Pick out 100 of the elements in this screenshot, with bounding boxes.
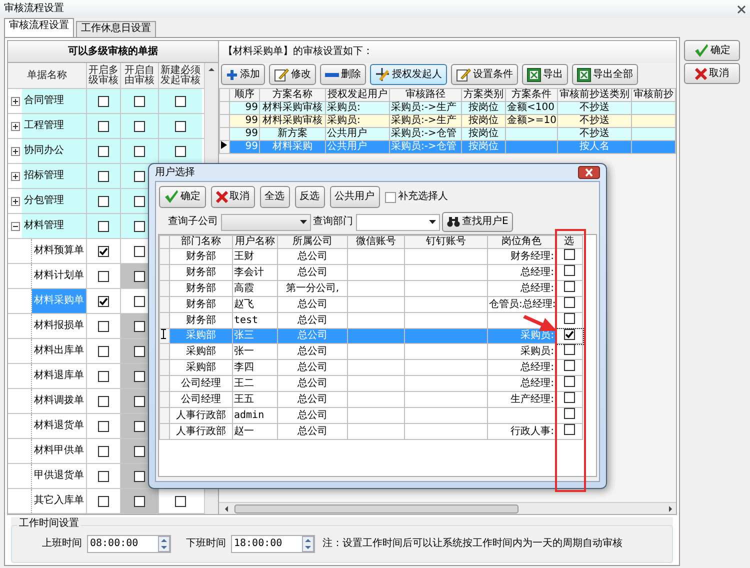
checkbox[interactable] xyxy=(98,96,109,106)
checkbox[interactable] xyxy=(98,470,109,482)
checkbox[interactable] xyxy=(134,96,145,106)
toolbar-button[interactable]: 添加 xyxy=(221,64,265,85)
checkbox[interactable] xyxy=(98,370,109,382)
checkbox[interactable] xyxy=(98,196,109,206)
table-cell: 材料采购审核 xyxy=(262,115,322,126)
expander-icon[interactable] xyxy=(10,172,20,180)
time-field[interactable]: 08:00:00 xyxy=(87,535,171,553)
toolbar-button[interactable]: 修改 xyxy=(269,64,316,85)
checkbox[interactable] xyxy=(98,120,109,132)
search-button[interactable]: 查找用户E xyxy=(442,212,514,232)
checkbox[interactable] xyxy=(564,329,574,340)
dialog-button[interactable]: 反选 xyxy=(294,186,324,208)
table-cell: admin xyxy=(234,410,264,420)
checkbox[interactable] xyxy=(134,470,145,482)
checkbox[interactable] xyxy=(134,170,145,182)
tree-item[interactable]: 工程管理 xyxy=(22,114,86,138)
checkbox[interactable] xyxy=(98,246,109,256)
checkbox[interactable] xyxy=(98,346,109,356)
checkbox[interactable] xyxy=(98,170,109,182)
checkbox[interactable] xyxy=(98,446,109,456)
toolbar-button[interactable]: 设置条件 xyxy=(451,64,518,85)
dialog-button[interactable]: 取消 xyxy=(684,63,740,84)
checkbox[interactable] xyxy=(98,296,109,306)
checkbox[interactable] xyxy=(564,360,574,371)
checkbox[interactable] xyxy=(134,146,145,156)
expander-icon[interactable] xyxy=(10,122,20,130)
checkbox[interactable] xyxy=(134,220,145,232)
checkbox[interactable] xyxy=(134,296,145,306)
expander-icon[interactable] xyxy=(10,96,20,106)
checkbox[interactable] xyxy=(564,408,574,419)
checkbox[interactable] xyxy=(134,196,145,206)
checkbox[interactable] xyxy=(134,346,145,356)
checkbox[interactable] xyxy=(98,396,109,406)
tree-item[interactable]: 招标管理 xyxy=(22,164,86,188)
dialog-title: 用户选择 xyxy=(155,166,195,178)
checkbox[interactable] xyxy=(564,313,574,324)
time-field[interactable]: 18:00:00 xyxy=(231,535,315,553)
checkbox[interactable] xyxy=(175,96,186,106)
toolbar-button[interactable]: 导出全部 xyxy=(572,64,638,85)
caret-icon[interactable] xyxy=(428,220,436,224)
tree-item[interactable]: 协同办公 xyxy=(22,139,86,163)
checkbox[interactable] xyxy=(564,249,574,260)
checkbox[interactable] xyxy=(564,297,574,308)
tree-item[interactable]: 合同管理 xyxy=(22,89,86,113)
checkbox[interactable] xyxy=(564,344,574,355)
checkbox[interactable] xyxy=(564,376,574,387)
checkbox[interactable] xyxy=(134,120,145,132)
checkbox[interactable] xyxy=(564,392,574,403)
table-cell: 采购员: xyxy=(327,115,360,126)
checkbox[interactable] xyxy=(98,420,109,432)
checkbox[interactable] xyxy=(134,396,145,406)
close-icon[interactable] xyxy=(578,166,600,179)
toolbar-button[interactable]: 导出 xyxy=(522,64,568,85)
spinner-icon[interactable] xyxy=(158,536,170,552)
table-cell: 人事行政部 xyxy=(176,426,226,436)
column-header: 审核前抄 xyxy=(632,88,676,102)
checkbox[interactable] xyxy=(134,496,145,506)
checkbox[interactable] xyxy=(564,424,574,435)
tree-item[interactable]: 分包管理 xyxy=(22,189,86,213)
dialog-button[interactable]: 确定 xyxy=(158,186,206,208)
checkbox[interactable]: 补充选择人 xyxy=(384,191,448,203)
tab[interactable]: 审核流程设置 xyxy=(4,18,74,37)
column-header: 用户名称 xyxy=(232,236,278,248)
checkbox[interactable] xyxy=(134,246,145,256)
dialog-button[interactable]: 公共用户 xyxy=(330,186,380,208)
checkbox[interactable] xyxy=(134,370,145,382)
spinner-icon[interactable] xyxy=(302,536,314,552)
checkbox[interactable] xyxy=(564,281,574,292)
dialog-button[interactable]: 取消 xyxy=(210,186,254,208)
scrollbar[interactable] xyxy=(219,502,676,514)
checkbox[interactable] xyxy=(98,270,109,282)
dialog-button[interactable]: 确定 xyxy=(684,40,740,61)
toolbar-button[interactable]: 删除 xyxy=(320,64,366,85)
checkbox[interactable] xyxy=(175,120,186,132)
checkbox[interactable] xyxy=(134,320,145,332)
column-header: 方案类别 xyxy=(462,88,506,102)
checkbox[interactable] xyxy=(564,265,574,276)
table-cell: 不抄送 xyxy=(580,102,610,113)
checkbox[interactable] xyxy=(98,320,109,332)
expander-icon[interactable] xyxy=(10,146,20,156)
checkbox[interactable] xyxy=(134,420,145,432)
panel-caption: 【材料采购单】的审核设置如下： xyxy=(223,46,373,58)
dialog-button[interactable]: 全选 xyxy=(260,186,290,208)
checkbox[interactable] xyxy=(175,496,186,506)
tree-item[interactable]: 材料管理 xyxy=(22,214,86,238)
table-cell: 人事行政部 xyxy=(176,410,226,420)
checkbox[interactable] xyxy=(98,220,109,232)
checkbox[interactable] xyxy=(134,270,145,282)
close-icon[interactable] xyxy=(737,4,746,14)
expander-icon[interactable] xyxy=(10,222,20,230)
checkbox[interactable] xyxy=(175,146,186,156)
checkbox[interactable] xyxy=(134,446,145,456)
table-cell: 财务部 xyxy=(186,282,216,294)
toolbar-button[interactable]: 授权发起人 xyxy=(370,64,447,85)
tab[interactable]: 工作休息日设置 xyxy=(76,21,156,37)
checkbox[interactable] xyxy=(98,146,109,156)
expander-icon[interactable] xyxy=(10,196,20,206)
checkbox[interactable] xyxy=(98,496,109,506)
